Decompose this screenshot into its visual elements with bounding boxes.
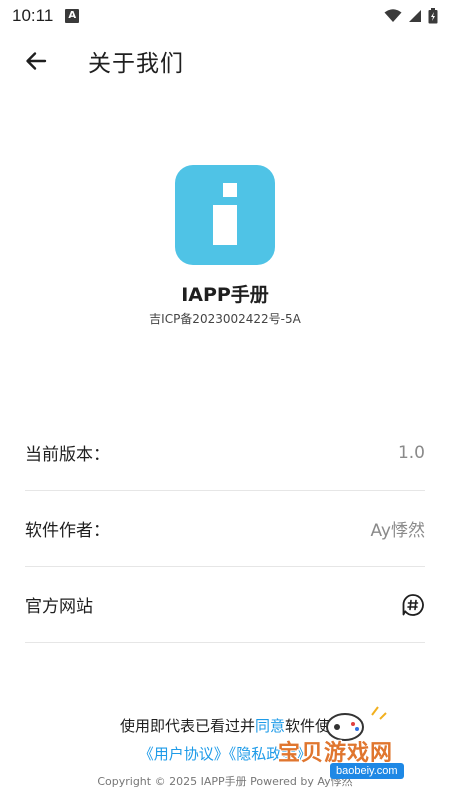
watermark-url: baobeiy.com (330, 763, 404, 779)
icp-record: 吉ICP备2023002422号-5A (149, 312, 301, 326)
version-value: 1.0 (397, 442, 425, 463)
status-icons (384, 8, 438, 24)
signal-icon (409, 10, 421, 22)
info-list: 当前版本： 1.0 软件作者： Ay悸然 官方网站 (25, 415, 425, 643)
website-row[interactable]: 官方网站 (25, 567, 425, 643)
agree-link[interactable]: 同意 (255, 717, 285, 735)
author-value: Ay悸然 (370, 521, 425, 541)
website-label: 官方网站 (25, 597, 93, 617)
about-page: 10:11 A 关于我们 IAPP手册 吉ICP备2023002422号-5A … (0, 0, 450, 800)
notification-icon: A (65, 9, 80, 23)
agreement-text: 使用即代表已看过并同意软件使 (0, 715, 450, 736)
agree-prefix: 使用即代表已看过并 (119, 717, 255, 735)
app-name: IAPP手册 (181, 284, 269, 306)
info-i-icon (213, 183, 237, 245)
author-label: 软件作者： (25, 521, 110, 541)
app-header: 关于我们 (0, 32, 450, 90)
page-title: 关于我们 (88, 51, 184, 77)
version-label: 当前版本： (25, 445, 110, 465)
back-button[interactable] (22, 47, 50, 75)
status-time: 10:11 (12, 6, 54, 25)
wifi-icon (384, 9, 402, 22)
arrow-left-icon (26, 52, 47, 70)
agree-suffix: 软件使 (285, 717, 331, 735)
status-bar: 10:11 A (0, 0, 450, 32)
author-row: 软件作者： Ay悸然 (25, 491, 425, 567)
battery-icon (428, 8, 438, 24)
version-row: 当前版本： 1.0 (25, 415, 425, 491)
hashtag-icon[interactable] (401, 593, 425, 617)
user-agreement-link[interactable]: 《用户协议》 (139, 745, 229, 763)
app-logo (175, 165, 275, 265)
